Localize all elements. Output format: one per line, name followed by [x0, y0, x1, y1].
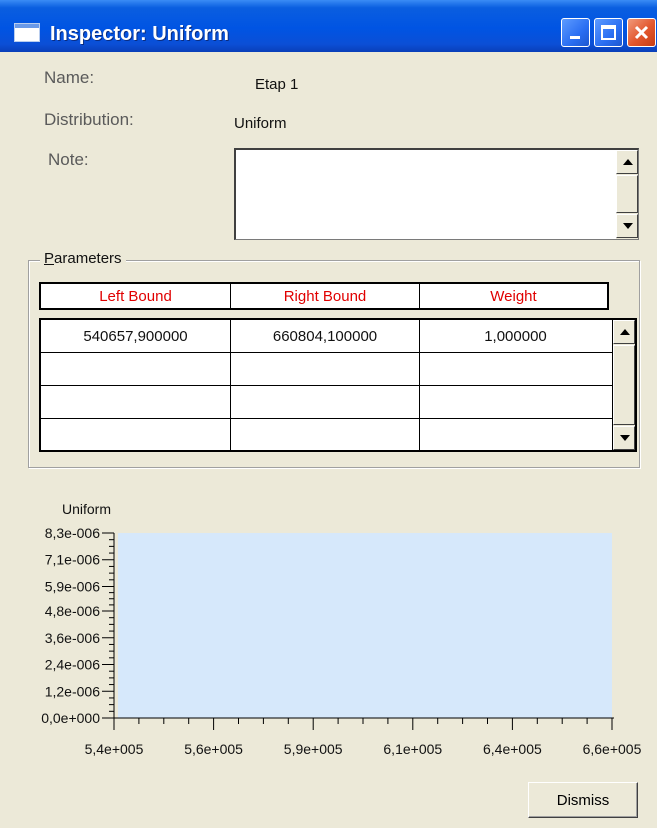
x-tick-label: 5,9e+005 — [284, 741, 343, 757]
note-scroll-thumb[interactable] — [616, 175, 638, 213]
arrow-down-icon — [623, 223, 633, 229]
right-bound-cell[interactable] — [231, 386, 420, 418]
left-bound-cell[interactable] — [41, 353, 231, 385]
parameters-scroll-down-button[interactable] — [613, 426, 635, 450]
left-bound-cell[interactable] — [41, 419, 231, 450]
minimize-button[interactable] — [561, 18, 590, 47]
arrow-down-icon — [620, 435, 630, 441]
y-tick-label: 0,0e+000 — [41, 710, 100, 726]
y-tick-label: 7,1e-006 — [45, 552, 100, 568]
window-title: Inspector: Uniform — [50, 23, 229, 45]
parameters-table: 540657,900000 660804,100000 1,000000 — [39, 318, 637, 452]
note-scroll-down-button[interactable] — [616, 214, 638, 238]
right-bound-cell[interactable]: 660804,100000 — [231, 320, 420, 352]
x-tick-label: 6,1e+005 — [383, 741, 442, 757]
x-tick-label: 6,6e+005 — [583, 741, 642, 757]
y-tick-label: 3,6e-006 — [45, 630, 100, 646]
distribution-chart-svg: Uniform 0,0e+000 1,2e-006 2,4e-006 3,6e-006 4… — [41, 501, 642, 757]
weight-cell[interactable] — [420, 353, 611, 385]
note-textarea[interactable] — [234, 148, 639, 240]
arrow-up-icon — [623, 159, 633, 165]
weight-cell[interactable] — [420, 419, 611, 450]
x-tick-label: 6,4e+005 — [483, 741, 542, 757]
column-header-left-bound[interactable]: Left Bound — [41, 284, 231, 308]
window-icon[interactable] — [14, 23, 40, 42]
column-header-weight[interactable]: Weight — [420, 284, 607, 308]
parameters-scroll-up-button[interactable] — [613, 320, 635, 344]
distribution-label: Distribution: — [44, 110, 134, 129]
name-label: Name: — [44, 68, 95, 87]
close-button[interactable] — [627, 18, 656, 47]
distribution-chart: Uniform 0,0e+000 1,2e-006 2,4e-006 3,6e-006 4… — [0, 490, 657, 780]
distribution-value: Uniform — [234, 115, 287, 132]
x-tick-label: 5,6e+005 — [184, 741, 243, 757]
maximize-button[interactable] — [594, 18, 623, 47]
uniform-area — [118, 533, 612, 718]
dismiss-button[interactable]: Dismiss — [528, 782, 638, 818]
weight-cell[interactable]: 1,000000 — [420, 320, 611, 352]
note-label: Note: — [48, 150, 89, 169]
x-tick-label: 5,4e+005 — [85, 741, 144, 757]
chart-title: Uniform — [62, 501, 111, 517]
table-row[interactable]: 540657,900000 660804,100000 1,000000 — [41, 320, 613, 353]
maximize-icon — [601, 25, 616, 40]
note-scroll-up-button[interactable] — [616, 150, 638, 174]
parameters-scrollbar[interactable] — [612, 320, 635, 450]
y-tick-label: 4,8e-006 — [45, 603, 100, 619]
parameters-group-title: Parameters — [40, 250, 126, 267]
right-bound-cell[interactable] — [231, 419, 420, 450]
title-bar[interactable]: Inspector: Uniform — [0, 0, 657, 52]
y-tick-label: 5,9e-006 — [45, 578, 100, 594]
weight-cell[interactable] — [420, 386, 611, 418]
minimize-icon — [570, 36, 580, 39]
left-bound-cell[interactable] — [41, 386, 231, 418]
table-row[interactable] — [41, 386, 613, 419]
y-tick-label: 2,4e-006 — [45, 657, 100, 673]
parameters-scroll-thumb[interactable] — [613, 345, 635, 425]
table-row[interactable] — [41, 353, 613, 386]
note-scrollbar[interactable] — [616, 150, 638, 239]
column-header-right-bound[interactable]: Right Bound — [231, 284, 420, 308]
left-bound-cell[interactable]: 540657,900000 — [41, 320, 231, 352]
y-tick-label: 1,2e-006 — [45, 683, 100, 699]
right-bound-cell[interactable] — [231, 353, 420, 385]
close-icon — [634, 25, 649, 40]
inspector-window: Inspector: Uniform Name: Etap 1 Distribu… — [0, 0, 657, 828]
table-row[interactable] — [41, 419, 613, 450]
y-tick-label: 8,3e-006 — [45, 525, 100, 541]
parameters-header: Left Bound Right Bound Weight — [39, 282, 609, 310]
arrow-up-icon — [620, 329, 630, 335]
name-value: Etap 1 — [255, 76, 299, 93]
